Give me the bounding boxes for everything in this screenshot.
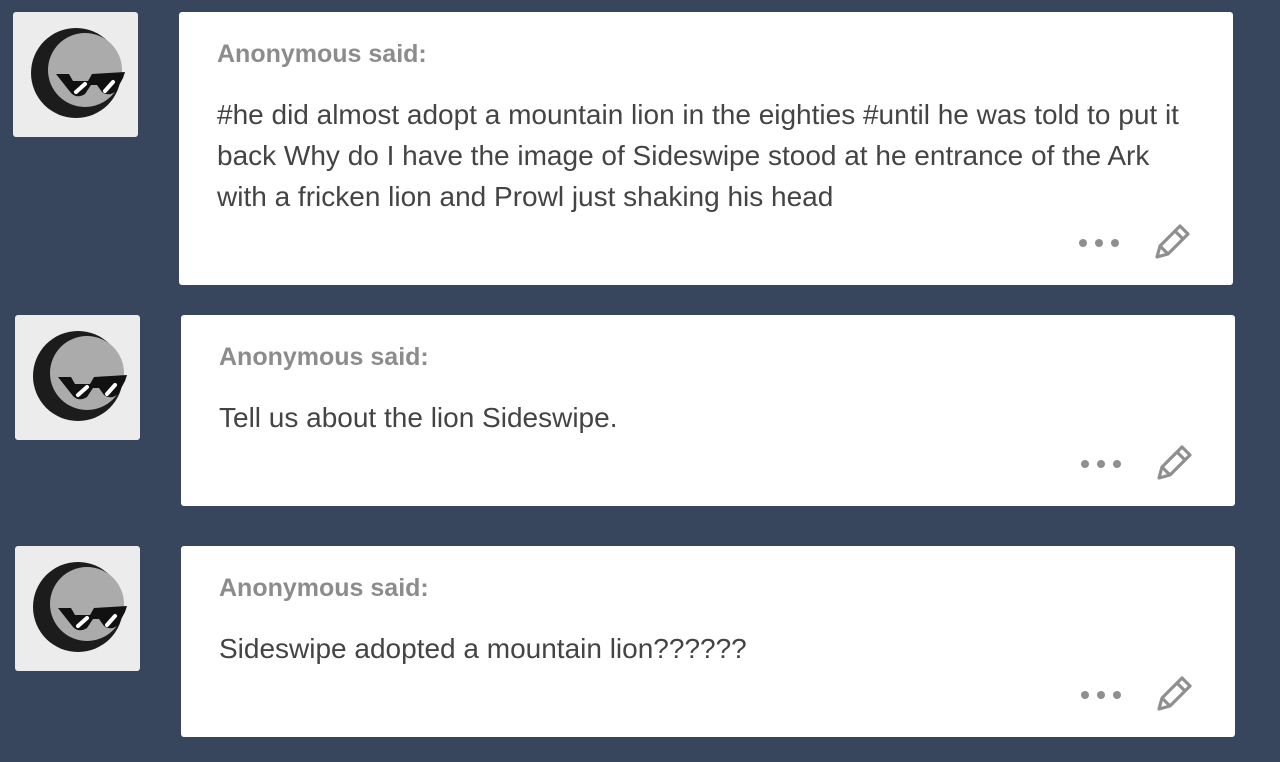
pencil-icon	[1157, 676, 1192, 711]
sunglasses-moon-avatar-icon	[33, 562, 127, 652]
asker-name: Anonymous said:	[219, 343, 429, 371]
question-text: Sideswipe adopted a mountain lion??????	[219, 633, 747, 664]
avatar[interactable]	[15, 546, 140, 671]
question-card: Anonymous said: #he did almost adopt a m…	[179, 12, 1233, 285]
question-card: Anonymous said: Sideswipe adopted a moun…	[181, 546, 1235, 737]
edit-button[interactable]	[1151, 441, 1195, 485]
ellipsis-icon	[1079, 239, 1119, 247]
more-options-button[interactable]	[1079, 449, 1123, 479]
pencil-icon	[1157, 445, 1192, 480]
edit-button[interactable]	[1149, 220, 1193, 264]
ellipsis-icon	[1081, 460, 1121, 468]
sunglasses-moon-avatar-icon	[31, 28, 125, 118]
sunglasses-moon-avatar-icon	[33, 331, 127, 421]
question-text: #he did almost adopt a mountain lion in …	[217, 99, 1179, 212]
more-options-button[interactable]	[1079, 680, 1123, 710]
question-text: Tell us about the lion Sideswipe.	[219, 402, 618, 433]
asker-name: Anonymous said:	[217, 40, 427, 68]
asker-name: Anonymous said:	[219, 574, 429, 602]
ellipsis-icon	[1081, 691, 1121, 699]
question-card: Anonymous said: Tell us about the lion S…	[181, 315, 1235, 506]
avatar[interactable]	[13, 12, 138, 137]
more-options-button[interactable]	[1077, 228, 1121, 258]
edit-button[interactable]	[1151, 672, 1195, 716]
pencil-icon	[1155, 224, 1190, 259]
avatar[interactable]	[15, 315, 140, 440]
